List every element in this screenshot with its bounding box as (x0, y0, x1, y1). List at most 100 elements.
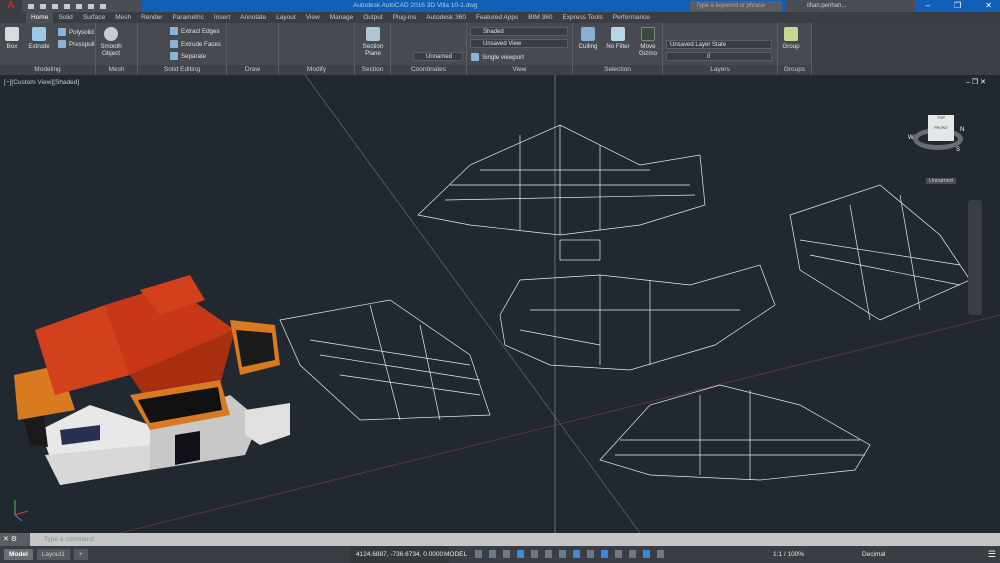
named-view-dropdown[interactable]: Unsaved View (470, 39, 568, 48)
culling-button[interactable]: Culling (575, 27, 601, 50)
ortho-icon[interactable] (503, 550, 510, 558)
compass-w[interactable]: W (908, 135, 914, 141)
separate-button[interactable]: Separate (170, 52, 206, 60)
undo-icon[interactable] (88, 3, 94, 9)
panel-label-modeling[interactable]: Modeling (0, 65, 95, 75)
panel-label-view[interactable]: View (467, 65, 572, 75)
dynamic-ucs-icon[interactable] (517, 550, 524, 558)
auto-scale-icon[interactable] (657, 550, 664, 558)
smooth-object-label: Smooth Object (100, 43, 122, 57)
panel-label-modify[interactable]: Modify (279, 65, 354, 75)
redo-icon[interactable] (100, 3, 106, 9)
move-gizmo-button[interactable]: Move Gizmo (635, 27, 661, 57)
maximize-icon[interactable]: ❐ (954, 1, 961, 10)
presspull-icon (58, 40, 66, 48)
smooth-object-button[interactable]: Smooth Object (98, 27, 124, 57)
tab-parametric[interactable]: Parametric (167, 12, 208, 23)
viewcube-front[interactable]: FRONT (934, 125, 948, 130)
section-plane-label: Section Plane (362, 43, 384, 57)
panel-label-draw[interactable]: Draw (227, 65, 278, 75)
viewcube-box[interactable]: TOP FRONT (928, 115, 954, 141)
gizmo-toggle-icon[interactable] (629, 550, 636, 558)
extrude-button[interactable]: Extrude (26, 27, 52, 50)
model-space-button[interactable]: MODEL (444, 546, 467, 563)
viewport-window-controls[interactable]: – ❐ ✕ (966, 78, 986, 86)
tab-annotate[interactable]: Annotate (235, 12, 271, 23)
close-icon[interactable]: ✕ (985, 1, 992, 10)
customization-icon[interactable]: ☰ (988, 550, 996, 559)
tab-bim-360[interactable]: BIM 360 (523, 12, 557, 23)
tab-layout[interactable]: Layout (271, 12, 301, 23)
extrude-faces-button[interactable]: Extrude Faces (170, 40, 221, 48)
tab-insert[interactable]: Insert (209, 12, 235, 23)
3d-osnap-icon[interactable] (573, 550, 580, 558)
tab-plugins[interactable]: Plug-ins (388, 12, 421, 23)
panel-label-selection[interactable]: Selection (573, 65, 662, 75)
ucs-dropdown[interactable]: Unnamed (413, 52, 463, 61)
command-input[interactable]: Type a command (30, 536, 94, 543)
tab-autodesk-360[interactable]: Autodesk 360 (421, 12, 471, 23)
tab-performance[interactable]: Performance (608, 12, 655, 23)
isodraft-icon[interactable] (545, 550, 552, 558)
panel-label-section[interactable]: Section (355, 65, 390, 75)
layer-state-dropdown[interactable]: Unsaved Layer State (666, 40, 772, 49)
box-button[interactable]: Box (2, 27, 22, 50)
minimize-icon[interactable]: – (926, 1, 930, 10)
coordinates-readout[interactable]: 4124.6887, -736.6734, 0.0000 (350, 546, 450, 563)
tab-mesh[interactable]: Mesh (110, 12, 136, 23)
selection-cycling-icon[interactable] (615, 550, 622, 558)
panel-label-coordinates[interactable]: Coordinates (391, 65, 466, 75)
units-dropdown[interactable]: Decimal (862, 546, 885, 563)
extrude-label: Extrude (28, 43, 50, 50)
annotation-visibility-icon[interactable] (643, 550, 650, 558)
panel-label-mesh[interactable]: Mesh (96, 65, 137, 75)
tab-output[interactable]: Output (358, 12, 388, 23)
panel-label-layers[interactable]: Layers (663, 65, 777, 75)
new-icon[interactable] (28, 3, 34, 9)
panel-label-solid-editing[interactable]: Solid Editing (138, 65, 226, 75)
tab-home[interactable]: Home (26, 12, 54, 23)
tab-surface[interactable]: Surface (78, 12, 110, 23)
tab-view[interactable]: View (301, 12, 325, 23)
compass-s[interactable]: S (956, 147, 960, 153)
compass-n[interactable]: N (960, 127, 964, 133)
tab-model[interactable]: Model (4, 549, 33, 560)
open-icon[interactable] (40, 3, 46, 9)
autocad-logo[interactable]: A (0, 0, 22, 12)
layer-dropdown[interactable]: 0 (666, 52, 772, 61)
presspull-button[interactable]: Presspull (58, 40, 94, 48)
viewport-config-button[interactable]: Single viewport (471, 53, 524, 61)
object-snap-icon[interactable] (559, 550, 566, 558)
section-plane-button[interactable]: Section Plane (357, 27, 389, 57)
viewcube[interactable]: TOP FRONT W S N Unnamed (908, 113, 968, 184)
drawing-viewport[interactable]: [−][Custom View][Shaded] – ❐ ✕ TOP FRONT … (0, 75, 1000, 533)
extract-edges-button[interactable]: Extract Edges (170, 27, 220, 35)
tab-express-tools[interactable]: Express Tools (557, 12, 607, 23)
lineweight-icon[interactable] (587, 550, 594, 558)
tab-layout1[interactable]: Layout1 (36, 549, 70, 560)
tab-render[interactable]: Render (136, 12, 167, 23)
grid-icon[interactable] (475, 550, 482, 558)
snap-icon[interactable] (489, 550, 496, 558)
search-input[interactable]: Type a keyword or phrase (690, 1, 782, 11)
tab-featured-apps[interactable]: Featured Apps (471, 12, 523, 23)
user-account[interactable]: ilhan.perihan... (785, 0, 915, 12)
tab-manage[interactable]: Manage (325, 12, 359, 23)
panel-label-groups[interactable]: Groups (778, 65, 811, 75)
visual-style-dropdown[interactable]: Shaded (470, 27, 568, 36)
no-filter-button[interactable]: No Filter (603, 27, 633, 50)
wcs-menu[interactable]: Unnamed (926, 178, 956, 184)
save-icon[interactable] (52, 3, 58, 9)
polysolid-button[interactable]: Polysolid (58, 28, 94, 36)
print-icon[interactable] (76, 3, 82, 9)
annotation-scale[interactable]: 1:1 / 100% (773, 546, 804, 563)
polar-icon[interactable] (531, 550, 538, 558)
command-line-controls[interactable]: ✕ ⚙ (0, 533, 30, 546)
group-button[interactable]: Group (780, 27, 802, 50)
add-layout-button[interactable]: + (73, 549, 88, 560)
tab-solid[interactable]: Solid (53, 12, 77, 23)
saveas-icon[interactable] (64, 3, 70, 9)
viewcube-top[interactable]: TOP (937, 115, 945, 120)
transparency-icon[interactable] (601, 550, 608, 558)
viewport-controls-label[interactable]: [−][Custom View][Shaded] (4, 79, 79, 86)
